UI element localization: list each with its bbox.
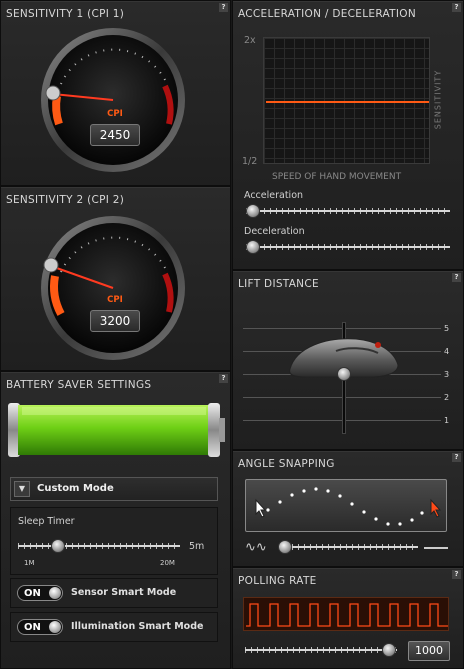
help-icon[interactable]: ? — [219, 3, 228, 12]
lift-level-5: 5 — [444, 324, 450, 333]
help-icon[interactable]: ? — [219, 374, 228, 383]
sleep-timer-max: 20M — [160, 559, 175, 567]
sleep-timer-slider[interactable] — [18, 540, 180, 552]
straight-line-icon — [424, 547, 448, 549]
sensor-smart-label: Sensor Smart Mode — [71, 587, 177, 598]
toggle-knob — [49, 587, 61, 599]
lift-level-4: 4 — [444, 347, 450, 356]
battery-icon — [8, 403, 225, 457]
help-icon[interactable]: ? — [452, 273, 461, 282]
acceleration-label: Acceleration — [244, 190, 304, 201]
sleep-timer-label: Sleep Timer — [18, 516, 75, 527]
help-icon[interactable]: ? — [452, 3, 461, 12]
sensitivity-2-panel: SENSITIVITY 2 (CPI 2) CPI 3200 — [0, 186, 231, 371]
acceleration-slider[interactable] — [246, 205, 450, 217]
deceleration-label: Deceleration — [244, 226, 305, 237]
polling-rate-value[interactable]: 1000 — [408, 641, 450, 661]
cpi-1-label: CPI — [107, 109, 123, 119]
illumination-toggle-state: ON — [24, 622, 41, 633]
lift-level-3: 3 — [444, 370, 450, 379]
app-root: SENSITIVITY 1 (CPI 1) ? CPI 2450 SENSITI… — [0, 0, 464, 669]
acceleration-graph[interactable] — [263, 37, 430, 164]
illumination-smart-toggle[interactable]: ON — [17, 619, 63, 635]
deceleration-slider[interactable] — [246, 241, 450, 253]
polling-rate-knob[interactable] — [382, 643, 396, 657]
sleep-timer-min: 1M — [24, 559, 35, 567]
help-icon[interactable]: ? — [452, 570, 461, 579]
angle-snapping-slider[interactable] — [280, 541, 418, 553]
lift-level-1: 1 — [444, 416, 450, 425]
angle-title: ANGLE SNAPPING — [238, 458, 335, 470]
graph-y-top: 2x — [244, 35, 256, 46]
sensitivity-1-panel: SENSITIVITY 1 (CPI 1) ? CPI 2450 — [0, 0, 231, 186]
cpi-2-label: CPI — [107, 295, 123, 305]
polling-title: POLLING RATE — [238, 575, 317, 587]
sensor-toggle-state: ON — [24, 588, 41, 599]
lift-level-2: 2 — [444, 393, 450, 402]
help-icon[interactable]: ? — [452, 453, 461, 462]
sensitivity-1-gauge[interactable] — [39, 26, 187, 174]
lift-title: LIFT DISTANCE — [238, 278, 319, 290]
cursor-icon — [255, 498, 267, 518]
mode-selected-value: Custom Mode — [37, 483, 114, 494]
graph-y-label: SENSITIVITY — [433, 69, 443, 130]
polling-waveform — [243, 597, 449, 631]
sensitivity-1-title: SENSITIVITY 1 (CPI 1) — [6, 8, 125, 20]
mode-dropdown[interactable]: ▼ Custom Mode — [10, 477, 218, 501]
illumination-smart-label: Illumination Smart Mode — [71, 621, 204, 632]
cpi-2-value[interactable]: 3200 — [90, 310, 140, 332]
cpi-1-value[interactable]: 2450 — [90, 124, 140, 146]
lift-distance-knob[interactable] — [337, 367, 351, 381]
graph-y-bottom: 1/2 — [242, 156, 258, 167]
polling-rate-slider[interactable] — [245, 644, 397, 656]
sleep-timer-value: 5m — [189, 541, 205, 552]
acceleration-knob[interactable] — [246, 204, 260, 218]
sensitivity-2-gauge[interactable] — [39, 214, 187, 362]
chevron-down-icon[interactable]: ▼ — [14, 481, 30, 497]
angle-snapping-preview — [245, 479, 447, 532]
angle-snapping-knob[interactable] — [278, 540, 292, 554]
graph-x-label: SPEED OF HAND MOVEMENT — [272, 172, 402, 182]
sensitivity-2-title: SENSITIVITY 2 (CPI 2) — [6, 194, 125, 206]
sensor-smart-toggle[interactable]: ON — [17, 585, 63, 601]
sleep-timer-knob[interactable] — [51, 539, 65, 553]
cursor-icon-red — [430, 498, 442, 518]
deceleration-knob[interactable] — [246, 240, 260, 254]
acceleration-curve — [266, 101, 429, 103]
toggle-knob — [49, 621, 61, 633]
battery-title: BATTERY SAVER SETTINGS — [6, 379, 152, 391]
acceleration-title: ACCELERATION / DECELERATION — [238, 8, 416, 20]
wave-icon: ∿∿ — [245, 540, 267, 555]
